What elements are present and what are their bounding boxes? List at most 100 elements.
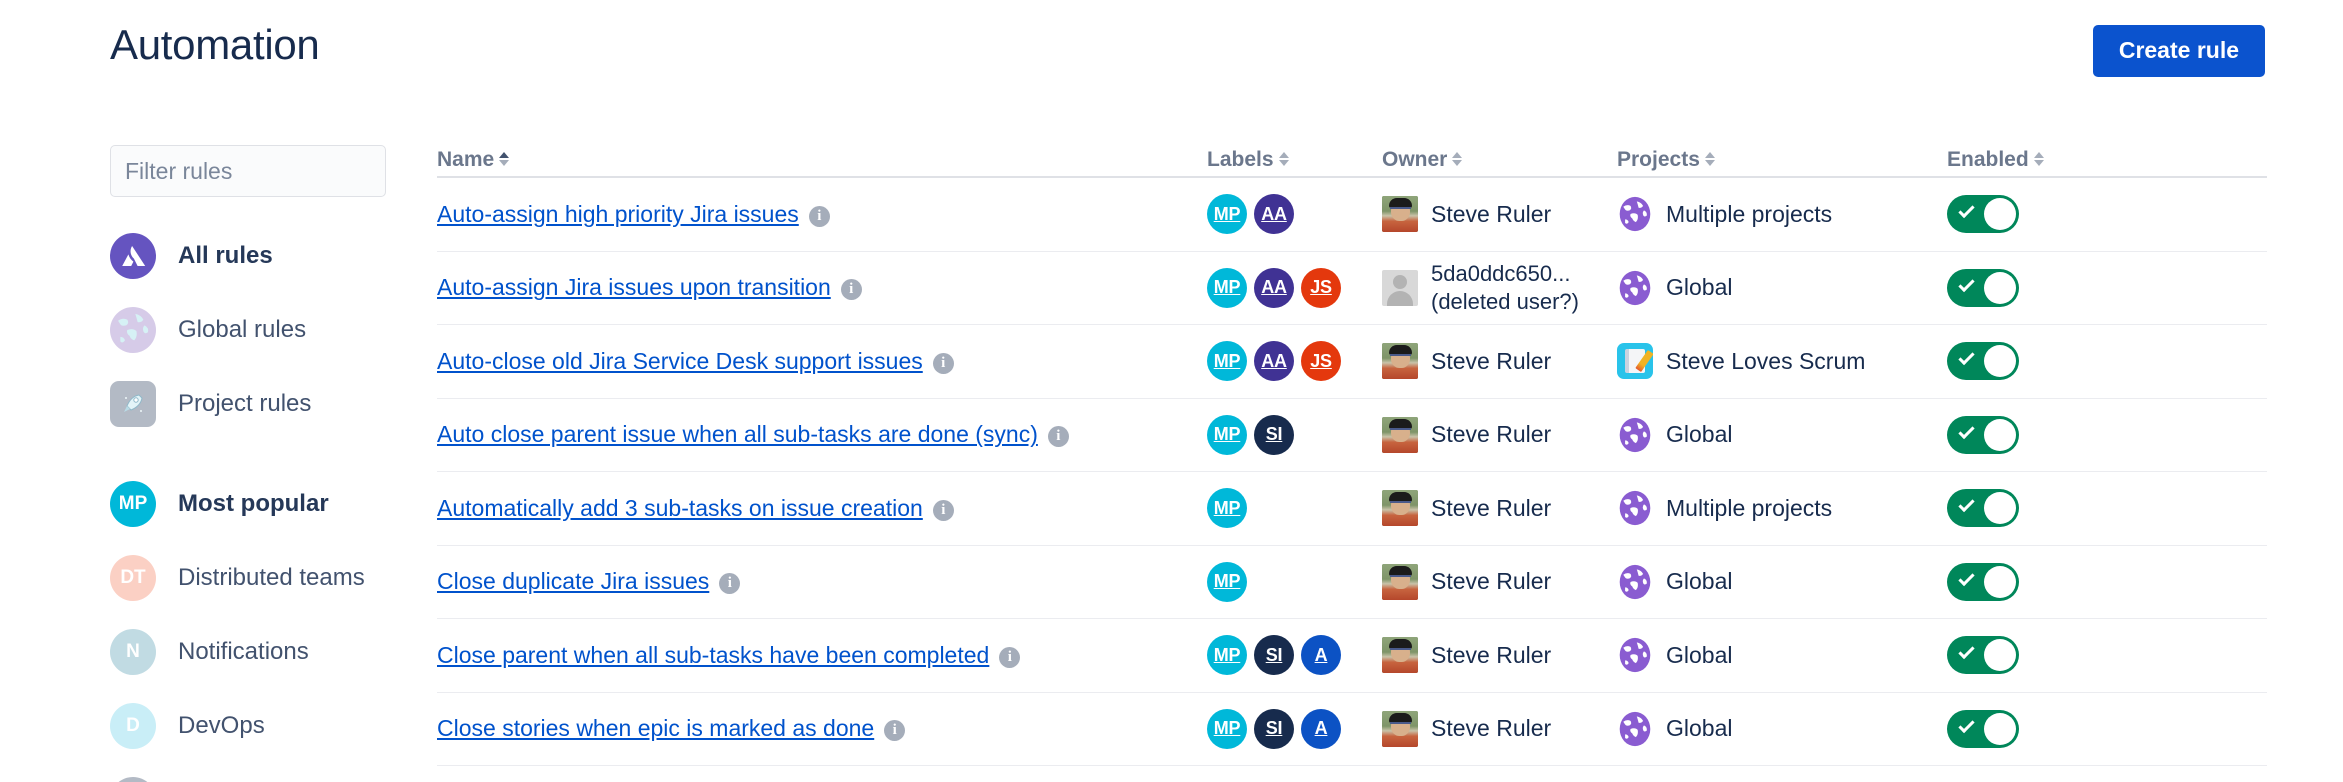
enabled-cell — [1947, 489, 2147, 527]
automation-page: Automation Create rule All rules Global … — [0, 0, 2343, 782]
enabled-toggle[interactable] — [1947, 563, 2019, 601]
table-row: Automatically add 3 sub-tasks on issue c… — [437, 472, 2267, 546]
sidebar-item-distributed-teams[interactable]: DT Distributed teams — [110, 541, 390, 615]
project-wrap: Steve Loves Scrum — [1617, 343, 1865, 379]
label-avatar-icon[interactable]: A — [1301, 635, 1341, 675]
label-avatar-icon[interactable]: A — [1301, 709, 1341, 749]
label-avatar-icon: N — [110, 629, 156, 675]
label-avatar-icon[interactable]: MP — [1207, 488, 1247, 528]
sidebar-item-devops[interactable]: DDevOps — [110, 689, 390, 763]
enabled-toggle[interactable] — [1947, 710, 2019, 748]
sort-arrows-icon[interactable] — [1705, 152, 1715, 166]
project-name: Global — [1666, 642, 1732, 669]
info-icon[interactable]: i — [1048, 426, 1069, 447]
enabled-toggle[interactable] — [1947, 489, 2019, 527]
sidebar-item-project-rules[interactable]: Project rules — [110, 367, 390, 441]
labels-cell: MPAAJS — [1207, 341, 1382, 381]
column-header-label: Name — [437, 148, 494, 172]
check-icon — [1958, 496, 1974, 512]
sidebar-item-most-popular[interactable]: MPMost popular — [110, 467, 390, 541]
labels-wrap: MP — [1207, 488, 1247, 528]
projects-cell: Global — [1617, 637, 1947, 673]
label-avatar-icon[interactable]: MP — [1207, 562, 1247, 602]
label-avatar-icon[interactable]: MP — [1207, 341, 1247, 381]
rule-name-link[interactable]: Auto close parent issue when all sub-tas… — [437, 421, 1038, 448]
info-icon[interactable]: i — [841, 279, 862, 300]
label-avatar-icon[interactable]: MP — [1207, 415, 1247, 455]
label-avatar-icon[interactable]: MP — [1207, 635, 1247, 675]
globe-icon — [1617, 564, 1653, 600]
label-avatar-icon: D — [110, 703, 156, 749]
rule-name-link[interactable]: Auto-assign high priority Jira issues — [437, 201, 799, 228]
sort-arrows-icon[interactable] — [2034, 152, 2044, 166]
sidebar-item-label: Project rules — [178, 390, 311, 418]
owner-name: Steve Ruler — [1431, 641, 1551, 670]
sidebar-item-label: Distributed teams — [178, 564, 365, 592]
sidebar-item-scrum[interactable]: SScrum — [110, 763, 390, 782]
labels-wrap: MPAAJS — [1207, 341, 1341, 381]
enabled-toggle[interactable] — [1947, 342, 2019, 380]
project-name: Global — [1666, 568, 1732, 595]
deleted-user-avatar — [1382, 270, 1418, 306]
rule-name-link[interactable]: Close parent when all sub-tasks have bee… — [437, 642, 989, 669]
label-avatar-icon[interactable]: SI — [1254, 635, 1294, 675]
label-avatar-icon[interactable]: MP — [1207, 194, 1247, 234]
label-avatar-icon[interactable]: MP — [1207, 709, 1247, 749]
info-icon[interactable]: i — [719, 573, 740, 594]
rule-name-link[interactable]: Close duplicate Jira issues — [437, 568, 709, 595]
column-header-labels[interactable]: Labels — [1207, 148, 1382, 172]
label-avatar-icon[interactable]: AA — [1254, 341, 1294, 381]
enabled-toggle[interactable] — [1947, 269, 2019, 307]
globe-icon — [1617, 417, 1653, 453]
globe-icon — [1617, 711, 1653, 747]
info-icon[interactable]: i — [809, 206, 830, 227]
avatar — [1382, 490, 1418, 526]
enabled-toggle[interactable] — [1947, 416, 2019, 454]
enabled-cell — [1947, 342, 2147, 380]
rule-name-link[interactable]: Auto-assign Jira issues upon transition — [437, 274, 831, 301]
sidebar-item-all-rules[interactable]: All rules — [110, 219, 390, 293]
project-wrap: Multiple projects — [1617, 490, 1832, 526]
sidebar-item-notifications[interactable]: NNotifications — [110, 615, 390, 689]
rule-name-link[interactable]: Automatically add 3 sub-tasks on issue c… — [437, 495, 923, 522]
label-avatar-icon[interactable]: AA — [1254, 268, 1294, 308]
column-header-enabled[interactable]: Enabled — [1947, 148, 2147, 172]
sort-arrows-icon[interactable] — [499, 152, 509, 166]
table-row: Close parent when all sub-tasks have bee… — [437, 619, 2267, 693]
enabled-toggle[interactable] — [1947, 636, 2019, 674]
globe-icon — [1617, 196, 1653, 232]
label-avatar-icon: DT — [110, 555, 156, 601]
info-icon[interactable]: i — [933, 353, 954, 374]
label-avatar-icon[interactable]: AA — [1254, 194, 1294, 234]
column-header-name[interactable]: Name — [437, 148, 1207, 172]
column-header-projects[interactable]: Projects — [1617, 148, 1947, 172]
filter-rules-input[interactable] — [110, 145, 386, 197]
info-icon[interactable]: i — [933, 500, 954, 521]
project-wrap: Global — [1617, 270, 1732, 306]
label-avatar-icon: MP — [110, 481, 156, 527]
rule-name-link[interactable]: Close stories when epic is marked as don… — [437, 715, 874, 742]
label-avatar-icon[interactable]: JS — [1301, 268, 1341, 308]
label-avatar-icon[interactable]: JS — [1301, 341, 1341, 381]
rule-name-link[interactable]: Auto-close old Jira Service Desk support… — [437, 348, 923, 375]
enabled-toggle[interactable] — [1947, 195, 2019, 233]
project-wrap: Global — [1617, 637, 1732, 673]
table-row: Auto-assign high priority Jira issues i MP… — [437, 178, 2267, 252]
enabled-cell — [1947, 710, 2147, 748]
label-avatar-icon[interactable]: MP — [1207, 268, 1247, 308]
info-icon[interactable]: i — [884, 720, 905, 741]
rule-name-cell: Auto-assign Jira issues upon transition i — [437, 274, 1207, 301]
label-avatar-icon[interactable]: SI — [1254, 709, 1294, 749]
labels-cell: MPSIA — [1207, 709, 1382, 749]
globe-icon — [1617, 270, 1653, 306]
info-icon[interactable]: i — [999, 647, 1020, 668]
check-icon — [1958, 423, 1974, 439]
sort-arrows-icon[interactable] — [1279, 152, 1289, 166]
project-name: Global — [1666, 274, 1732, 301]
sidebar-item-global-rules[interactable]: Global rules — [110, 293, 390, 367]
column-header-owner[interactable]: Owner — [1382, 148, 1617, 172]
sort-arrows-icon[interactable] — [1452, 152, 1462, 166]
projects-cell: Global — [1617, 417, 1947, 453]
label-avatar-icon[interactable]: SI — [1254, 415, 1294, 455]
create-rule-button[interactable]: Create rule — [2093, 25, 2265, 77]
